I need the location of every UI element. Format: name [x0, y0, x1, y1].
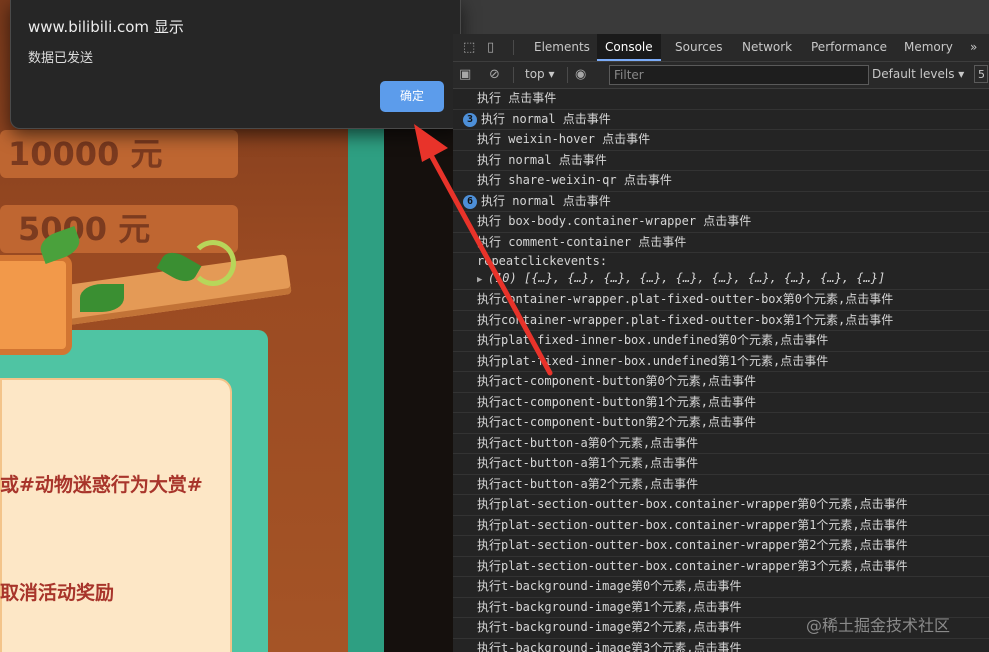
tab-sources[interactable]: Sources: [667, 34, 730, 61]
browser-top-band: [459, 0, 989, 34]
sidebar-toggle-icon[interactable]: ▣: [459, 67, 471, 82]
console-row: 执行act-component-button第2个元素,点击事件: [453, 413, 989, 434]
console-row: 执行 点击事件: [453, 89, 989, 110]
console-row: 6 执行 normal 点击事件: [453, 192, 989, 212]
console-row-text: 执行 share-weixin-qr 点击事件: [477, 173, 672, 187]
console-row: 执行container-wrapper.plat-fixed-outter-bo…: [453, 290, 989, 311]
context-selector[interactable]: top ▾: [525, 67, 555, 81]
prize-card-1-label: 10000 元: [8, 135, 163, 173]
console-row-text: 执行 normal 点击事件: [477, 152, 607, 167]
console-row: 3 执行 normal 点击事件: [453, 110, 989, 130]
leaf-icon: [80, 284, 124, 312]
tab-console[interactable]: Console: [597, 34, 661, 61]
console-row-text: 执行container-wrapper.plat-fixed-outter-bo…: [477, 312, 894, 327]
console-row-text: 执行t-background-image第2个元素,点击事件: [477, 620, 742, 634]
console-row-text: 执行t-background-image第3个元素,点击事件: [477, 640, 742, 652]
divider: [567, 67, 568, 83]
repeat-count-badge: 6: [463, 194, 477, 209]
console-row: 执行act-button-a第0个元素,点击事件: [453, 434, 989, 454]
filter-input[interactable]: Filter: [609, 65, 869, 85]
rules-text-line1: 或#动物迷惑行为大赏#: [0, 474, 203, 496]
teal-column: [348, 100, 384, 652]
orange-sign-decoration: [0, 255, 72, 355]
inspect-element-icon[interactable]: ⬚: [463, 40, 475, 55]
console-filter-bar: ▣ ⊘ top ▾ ◉ Filter Default levels ▾ 5: [453, 62, 989, 89]
console-row: 执行 box-body.container-wrapper 点击事件: [453, 212, 989, 233]
issues-counter[interactable]: 5: [974, 65, 988, 83]
console-row: 执行plat-section-outter-box.container-wrap…: [453, 516, 989, 536]
console-row: 执行plat-section-outter-box.container-wrap…: [453, 557, 989, 577]
tab-memory[interactable]: Memory: [896, 34, 961, 61]
console-row-text: 执行act-component-button第2个元素,点击事件: [477, 415, 756, 429]
console-row: 执行act-button-a第1个元素,点击事件: [453, 454, 989, 475]
console-row-text: 执行 comment-container 点击事件: [477, 234, 687, 249]
console-row: 执行plat-section-outter-box.container-wrap…: [453, 495, 989, 516]
device-toolbar-icon[interactable]: ▯: [487, 40, 494, 55]
console-row: 执行container-wrapper.plat-fixed-outter-bo…: [453, 311, 989, 331]
console-row-text: 执行plat-fixed-inner-box.undefined第1个元素,点击…: [477, 353, 829, 368]
console-row-text: 执行container-wrapper.plat-fixed-outter-bo…: [477, 292, 894, 306]
console-row: 执行 share-weixin-qr 点击事件: [453, 171, 989, 192]
console-row: 执行plat-section-outter-box.container-wrap…: [453, 536, 989, 557]
console-row: 执行plat-fixed-inner-box.undefined第0个元素,点击…: [453, 331, 989, 352]
devtools-tabbar: ⬚ ▯ Elements Console Sources Network Per…: [453, 34, 989, 62]
console-row: 执行t-background-image第0个元素,点击事件: [453, 577, 989, 598]
console-row-text: 执行plat-fixed-inner-box.undefined第0个元素,点击…: [477, 333, 829, 347]
prize-card-1: 10000 元: [0, 130, 238, 178]
console-row: 执行act-component-button第1个元素,点击事件: [453, 393, 989, 413]
console-row: 执行 weixin-hover 点击事件: [453, 130, 989, 151]
dialog-title: www.bilibili.com 显示: [28, 18, 184, 36]
console-row-text: 执行 box-body.container-wrapper 点击事件: [477, 214, 752, 228]
console-row: 执行act-component-button第0个元素,点击事件: [453, 372, 989, 393]
console-row-text: 执行plat-section-outter-box.container-wrap…: [477, 538, 908, 552]
ok-button[interactable]: 确定: [380, 81, 444, 112]
console-row-text: 执行act-button-a第1个元素,点击事件: [477, 456, 699, 470]
console-row-text: 执行act-component-button第0个元素,点击事件: [477, 374, 756, 388]
divider: [513, 40, 514, 55]
console-output: 执行 点击事件 3 执行 normal 点击事件 执行 weixin-hover 点击…: [453, 89, 989, 652]
console-row-text: 执行plat-section-outter-box.container-wrap…: [477, 558, 908, 573]
console-row-text: 执行act-button-a第0个元素,点击事件: [477, 435, 699, 450]
more-tabs-button[interactable]: »: [962, 34, 985, 61]
console-row: 执行act-button-a第2个元素,点击事件: [453, 475, 989, 495]
console-object-summary: (10) [{…}, {…}, {…}, {…}, {…}, {…}, {…},…: [487, 271, 886, 285]
live-expression-eye-icon[interactable]: ◉: [575, 67, 586, 82]
console-row-text: 执行t-background-image第1个元素,点击事件: [477, 599, 742, 614]
dialog-message: 数据已发送: [28, 51, 94, 66]
console-row-text: 执行plat-section-outter-box.container-wrap…: [477, 517, 908, 532]
console-object-row[interactable]: ▶ (10) [{…}, {…}, {…}, {…}, {…}, {…}, {……: [453, 270, 989, 290]
prize-card-2-label: 5000 元: [18, 210, 151, 248]
console-row-text: 执行t-background-image第0个元素,点击事件: [477, 579, 742, 593]
tab-performance[interactable]: Performance: [803, 34, 895, 61]
rules-text-line2: 取消活动奖励: [0, 582, 115, 604]
console-row-text: 执行 weixin-hover 点击事件: [477, 132, 651, 146]
console-row: 执行plat-fixed-inner-box.undefined第1个元素,点击…: [453, 352, 989, 372]
clear-console-icon[interactable]: ⊘: [489, 67, 500, 82]
console-object-label: repeatclickevents:: [477, 254, 608, 268]
console-row: 执行t-background-image第3个元素,点击事件: [453, 639, 989, 652]
tab-network[interactable]: Network: [734, 34, 800, 61]
console-row-text: 执行 normal 点击事件: [481, 193, 611, 208]
rules-panel: [0, 378, 232, 652]
console-row-text: 执行 normal 点击事件: [481, 111, 611, 126]
tab-elements[interactable]: Elements: [526, 34, 598, 61]
repeat-count-badge: 3: [463, 112, 477, 127]
expand-triangle-icon[interactable]: ▶: [477, 275, 488, 285]
divider: [513, 67, 514, 83]
alert-dialog: www.bilibili.com 显示 数据已发送 确定: [10, 0, 461, 129]
log-levels-dropdown[interactable]: Default levels ▾: [872, 67, 964, 81]
console-row-text: 执行 点击事件: [477, 91, 557, 105]
console-row-text: 执行act-component-button第1个元素,点击事件: [477, 394, 756, 409]
console-row-text: 执行plat-section-outter-box.container-wrap…: [477, 497, 908, 511]
watermark: @稀土掘金技术社区: [806, 616, 951, 635]
vine-curl-decoration: [190, 240, 236, 286]
console-row: 执行 normal 点击事件: [453, 151, 989, 171]
console-row-text: 执行act-button-a第2个元素,点击事件: [477, 476, 699, 491]
console-row: 执行 comment-container 点击事件: [453, 233, 989, 253]
devtools-panel: ⬚ ▯ Elements Console Sources Network Per…: [453, 34, 989, 652]
